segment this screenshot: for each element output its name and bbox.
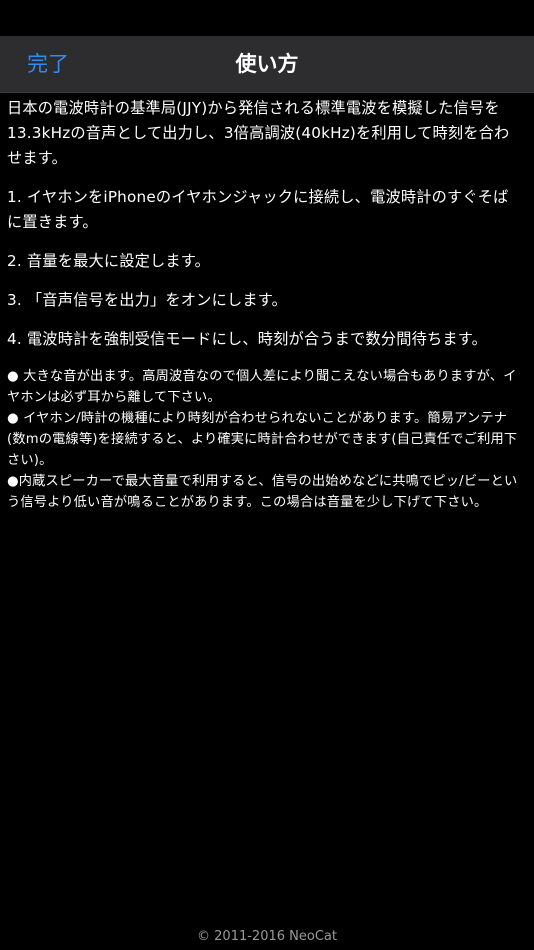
- page-title: 使い方: [235, 52, 299, 76]
- note-loud-sound: ● 大きな音が出ます。高周波音なので個人差により聞こえない場合もありますが、イヤ…: [7, 369, 517, 405]
- copyright-text: © 2011-2016 NeoCat: [197, 929, 337, 944]
- notes-list: ● 大きな音が出ます。高周波音なので個人差により聞こえない場合もありますが、イヤ…: [7, 366, 523, 513]
- intro-paragraph: 日本の電波時計の基準局(JJY)から発信される標準電波を模擬した信号を13.3k…: [7, 99, 510, 167]
- step-3: 3. 「音声信号を出力」をオンにします。: [7, 291, 287, 309]
- status-bar: [0, 0, 534, 36]
- navigation-bar: 完了 使い方: [0, 36, 534, 93]
- step-4: 4. 電波時計を強制受信モードにし、時刻が合うまで数分間待ちます。: [7, 330, 488, 348]
- note-speaker: ●内蔵スピーカーで最大音量で利用すると、信号の出始めなどに共鳴でピッ/ビーという…: [7, 474, 518, 510]
- step-1: 1. イヤホンをiPhoneのイヤホンジャックに接続し、電波時計のすぐそばに置き…: [7, 188, 509, 231]
- instructions-content: 日本の電波時計の基準局(JJY)から発信される標準電波を模擬した信号を13.3k…: [7, 96, 523, 513]
- note-compatibility: ● イヤホン/時計の機種により時刻が合わせられないことがあります。簡易アンテナ(…: [7, 411, 518, 468]
- step-2: 2. 音量を最大に設定します。: [7, 252, 211, 270]
